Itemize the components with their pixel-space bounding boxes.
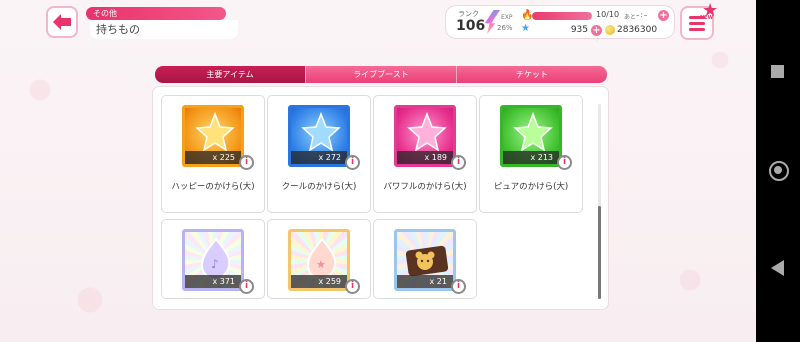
android-nav-bar	[756, 0, 800, 342]
item-card-cookie[interactable]: x 21 i	[374, 220, 476, 298]
back-button[interactable]	[46, 6, 78, 38]
game-screen: その他 持ちもの ランク 106 EXP 26% 🔥 10/10 あと –:– …	[0, 0, 756, 342]
drop-crystal-icon: ★	[306, 238, 337, 280]
svg-text:♪: ♪	[211, 257, 219, 271]
system-back-button[interactable]	[768, 258, 788, 278]
live-points-text: 10/10	[596, 10, 620, 19]
info-icon[interactable]: i	[345, 279, 360, 294]
item-quantity: x 21	[397, 275, 453, 288]
star-shard-icon	[195, 112, 235, 152]
scrollbar-thumb[interactable]	[598, 206, 601, 299]
flame-icon: 🔥	[521, 10, 534, 21]
page-title-box: その他 持ちもの	[86, 7, 238, 39]
player-status-panel: ランク 106 EXP 26% 🔥 10/10 あと –:– + ★ 935 +…	[446, 6, 674, 38]
menu-bar	[689, 28, 705, 31]
info-icon[interactable]: i	[557, 155, 572, 170]
item-card-music-drop[interactable]: ♪ x 371 i	[162, 220, 264, 298]
page-title: 持ちもの	[90, 20, 238, 39]
svg-text:★: ★	[316, 258, 326, 271]
exp-percent: 26%	[497, 24, 513, 32]
tab-main-items[interactable]: 主要アイテム	[155, 66, 305, 83]
info-icon[interactable]: i	[345, 155, 360, 170]
info-icon[interactable]: i	[451, 155, 466, 170]
info-icon[interactable]: i	[239, 155, 254, 170]
item-card-star-drop[interactable]: ★ x 259 i	[268, 220, 370, 298]
item-name: ハッピーのかけら(大)	[171, 182, 255, 192]
item-card-pure-shard[interactable]: x 213 i ピュアのかけら(大)	[480, 96, 582, 212]
home-button[interactable]	[768, 160, 789, 181]
cookie-icon	[405, 245, 449, 277]
tab-live-boost[interactable]: ライブブースト	[305, 66, 456, 83]
recovery-time: –:–	[636, 11, 649, 19]
live-points-bar	[532, 12, 592, 20]
add-stars-button[interactable]: +	[591, 25, 602, 36]
item-name: ピュアのかけら(大)	[493, 182, 569, 192]
item-thumbnail: ★ x 259	[288, 229, 350, 291]
item-thumbnail: x 21	[394, 229, 456, 291]
live-points-fill	[532, 12, 592, 20]
star-shard-icon	[301, 112, 341, 152]
back-arrow-icon	[53, 14, 71, 30]
coin-count: 2836300	[617, 25, 658, 35]
star-icon: ★	[521, 23, 530, 34]
item-quantity: x 371	[185, 275, 241, 288]
item-thumbnail: x 225	[182, 105, 244, 167]
remaining-label: あと	[624, 14, 637, 21]
item-thumbnail: ♪ x 371	[182, 229, 244, 291]
rank-value: 106	[456, 18, 486, 34]
add-live-points-button[interactable]: +	[658, 10, 669, 21]
coin-icon	[605, 25, 615, 35]
info-icon[interactable]: i	[451, 279, 466, 294]
item-name: クールのかけら(大)	[281, 182, 357, 192]
item-quantity: x 259	[291, 275, 347, 288]
item-card-cool-shard[interactable]: x 272 i クールのかけら(大)	[268, 96, 370, 212]
item-name: パワフルのかけら(大)	[383, 182, 467, 192]
menu-bar	[689, 22, 705, 25]
star-shard-icon	[513, 112, 553, 152]
star-shard-icon	[407, 112, 447, 152]
item-quantity: x 272	[291, 151, 347, 164]
exp-label: EXP	[501, 14, 513, 21]
item-quantity: x 213	[503, 151, 559, 164]
item-thumbnail: x 189	[394, 105, 456, 167]
tab-tickets[interactable]: チケット	[456, 66, 607, 83]
item-thumbnail: x 213	[500, 105, 562, 167]
item-category-tabs: 主要アイテム ライブブースト チケット	[155, 66, 607, 83]
drop-crystal-icon: ♪	[200, 238, 231, 280]
breadcrumb: その他	[86, 7, 226, 20]
item-card-powerful-shard[interactable]: x 189 i パワフルのかけら(大)	[374, 96, 476, 212]
item-card-happy-shard[interactable]: x 225 i ハッピーのかけら(大)	[162, 96, 264, 212]
item-thumbnail: x 272	[288, 105, 350, 167]
star-count: 935	[570, 25, 588, 35]
recent-apps-button[interactable]	[768, 62, 788, 82]
item-quantity: x 225	[185, 151, 241, 164]
item-quantity: x 189	[397, 151, 453, 164]
info-icon[interactable]: i	[239, 279, 254, 294]
new-badge: NEW	[700, 15, 714, 21]
